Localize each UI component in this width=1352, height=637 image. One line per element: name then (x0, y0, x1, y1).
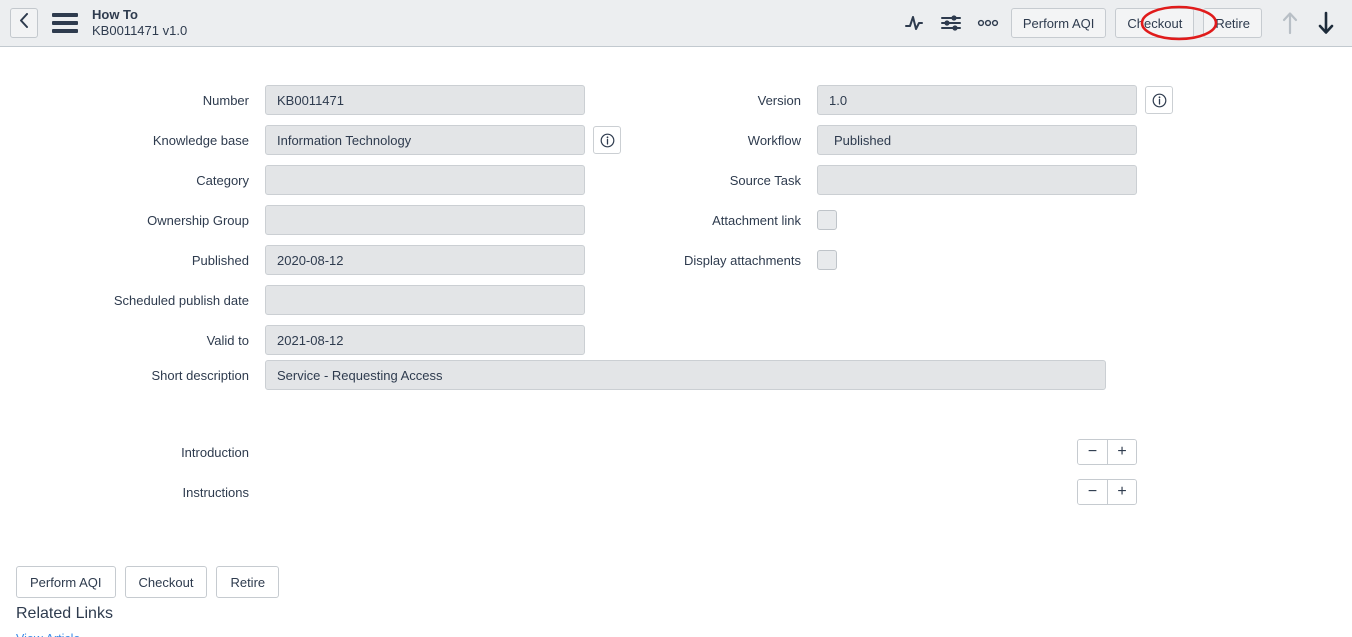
stepper-introduction: − + (1077, 439, 1137, 465)
header-button-group: Perform AQI Checkout Retire (1010, 8, 1262, 38)
bottom-retire-button[interactable]: Retire (216, 566, 280, 598)
expand-button-instructions[interactable]: + (1107, 480, 1136, 504)
input-short-description[interactable]: Service - Requesting Access (265, 360, 1106, 390)
article-form: Number KB0011471 Knowledge base Informat… (0, 47, 1352, 637)
field-row-attachment-link: Attachment link (617, 200, 1173, 240)
field-row-valid-to: Valid to 2021-08-12 (0, 320, 621, 360)
field-row-published: Published 2020-08-12 (0, 240, 621, 280)
activity-icon[interactable] (904, 13, 927, 33)
info-icon-version[interactable] (1145, 86, 1173, 114)
input-published[interactable]: 2020-08-12 (265, 245, 585, 275)
input-knowledge-base[interactable]: Information Technology (265, 125, 585, 155)
header-perform-aqi-button[interactable]: Perform AQI (1010, 8, 1107, 38)
label-scheduled-publish-date: Scheduled publish date (113, 292, 249, 308)
label-category: Category (196, 172, 249, 188)
label-source-task: Source Task (729, 172, 801, 188)
bottom-button-group: Perform AQI Checkout Retire (16, 566, 280, 598)
bottom-checkout-button[interactable]: Checkout (124, 566, 208, 598)
label-instructions: Instructions (182, 484, 249, 500)
collapsible-sections: Introduction − + Instructions − + (0, 432, 1352, 512)
label-valid-to: Valid to (206, 332, 249, 348)
chevron-left-icon (19, 13, 29, 33)
label-number: Number (202, 92, 249, 108)
stepper-instructions: − + (1077, 479, 1137, 505)
record-navigation (1280, 10, 1336, 36)
label-ownership-group: Ownership Group (147, 212, 249, 228)
related-link-view-article[interactable]: View Article (16, 629, 181, 637)
header-icon-group (904, 13, 999, 33)
input-ownership-group[interactable] (265, 205, 585, 235)
input-number[interactable]: KB0011471 (265, 85, 585, 115)
field-row-workflow: Workflow Published (617, 120, 1173, 160)
field-row-short-description: Short description Service - Requesting A… (0, 360, 1106, 390)
field-row-knowledge-base: Knowledge base Information Technology (0, 120, 621, 160)
hamburger-menu-icon[interactable] (52, 13, 78, 33)
select-workflow[interactable]: Published (817, 125, 1137, 155)
label-knowledge-base: Knowledge base (152, 132, 249, 148)
field-row-ownership-group: Ownership Group (0, 200, 621, 240)
field-row-number: Number KB0011471 (0, 80, 621, 120)
label-version: Version (757, 92, 801, 108)
form-left-column: Number KB0011471 Knowledge base Informat… (0, 80, 621, 360)
field-row-category: Category (0, 160, 621, 200)
page-title: How To KB0011471 v1.0 (92, 7, 187, 40)
input-source-task[interactable] (817, 165, 1137, 195)
sliders-icon[interactable] (940, 13, 963, 33)
label-introduction: Introduction (181, 444, 249, 460)
back-button[interactable] (10, 8, 38, 38)
section-row-instructions: Instructions − + (0, 472, 1352, 512)
page-title-subtitle: KB0011471 v1.0 (92, 23, 188, 38)
header-retire-button[interactable]: Retire (1203, 8, 1262, 38)
label-display-attachments: Display attachments (683, 252, 801, 268)
bottom-perform-aqi-button[interactable]: Perform AQI (16, 566, 116, 598)
form-right-column: Version 1.0 Workflow Published Source Ta… (617, 80, 1173, 280)
collapse-button-introduction[interactable]: − (1078, 440, 1107, 464)
header-checkout-button[interactable]: Checkout (1115, 8, 1195, 38)
checkbox-display-attachments[interactable] (817, 250, 837, 270)
label-published: Published (191, 252, 249, 268)
related-links-section: Related Links View Article Run User Crit… (16, 605, 181, 637)
page-title-main: How To (92, 6, 138, 22)
input-valid-to[interactable]: 2021-08-12 (265, 325, 585, 355)
checkbox-attachment-link[interactable] (817, 210, 837, 230)
collapse-button-instructions[interactable]: − (1078, 480, 1107, 504)
section-row-introduction: Introduction − + (0, 432, 1352, 472)
input-version[interactable]: 1.0 (817, 85, 1137, 115)
input-scheduled-publish-date[interactable] (265, 285, 585, 315)
label-short-description: Short description (151, 367, 249, 383)
label-workflow: Workflow (747, 132, 801, 148)
expand-button-introduction[interactable]: + (1107, 440, 1136, 464)
related-links-title: Related Links (16, 605, 113, 622)
field-row-display-attachments: Display attachments (617, 240, 1173, 280)
label-attachment-link: Attachment link (712, 212, 801, 228)
arrow-down-icon[interactable] (1316, 10, 1336, 36)
field-row-scheduled-publish-date: Scheduled publish date (0, 280, 621, 320)
app-header: How To KB0011471 v1.0 Perform AQI Checko… (0, 0, 1352, 47)
more-options-icon[interactable] (977, 19, 999, 27)
arrow-up-icon[interactable] (1280, 10, 1300, 36)
input-category[interactable] (265, 165, 585, 195)
field-row-version: Version 1.0 (617, 80, 1173, 120)
field-row-source-task: Source Task (617, 160, 1173, 200)
